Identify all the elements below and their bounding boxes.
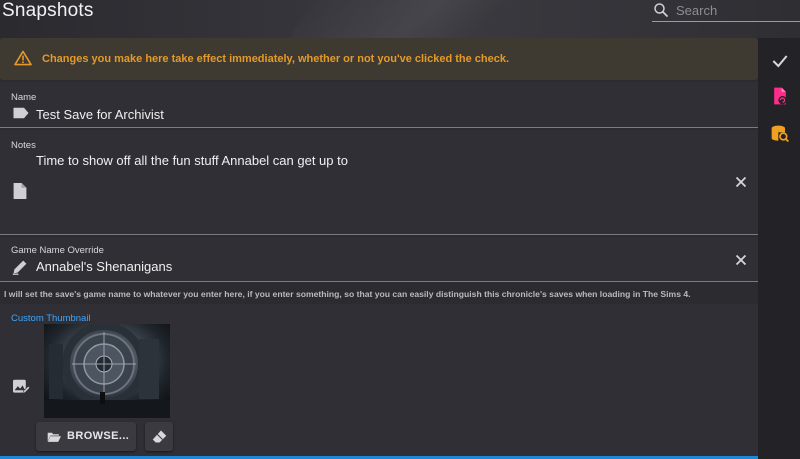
search-icon — [654, 3, 668, 17]
check-icon[interactable] — [770, 51, 790, 71]
folder-open-icon — [47, 432, 61, 442]
browse-button-label: BROWSE... — [67, 430, 130, 442]
game-name-override-field[interactable]: Game Name Override Annabel's Shenanigans — [0, 237, 758, 281]
warning-alert: Changes you make here take effect immedi… — [0, 38, 758, 80]
name-value[interactable]: Test Save for Archivist — [36, 107, 164, 122]
clear-thumbnail-button[interactable] — [145, 422, 173, 451]
name-underline — [0, 127, 758, 128]
game-name-hint: I will set the save's game name to whate… — [4, 289, 691, 299]
pencil-icon — [12, 260, 27, 275]
notes-clear-icon[interactable] — [735, 176, 747, 188]
game-name-clear-icon[interactable] — [735, 254, 747, 266]
notes-value[interactable]: Time to show off all the fun stuff Annab… — [36, 153, 348, 168]
image-edit-icon — [13, 379, 30, 394]
warning-text: Changes you make here take effect immedi… — [42, 53, 510, 65]
warning-icon — [14, 50, 32, 66]
database-search-icon[interactable] — [770, 124, 790, 144]
custom-thumbnail-label: Custom Thumbnail — [11, 313, 91, 324]
header-background-art — [276, 0, 584, 38]
note-icon — [13, 183, 27, 199]
snapshot-editor: Changes you make here take effect immedi… — [0, 38, 758, 459]
file-refresh-icon[interactable] — [770, 86, 790, 106]
notes-field[interactable]: Notes Time to show off all the fun stuff… — [0, 130, 758, 234]
game-name-override-label: Game Name Override — [11, 245, 104, 256]
search-input[interactable] — [676, 1, 798, 19]
search-box[interactable] — [652, 0, 800, 22]
right-action-rail — [758, 38, 800, 459]
top-app-bar: Snapshots — [0, 0, 800, 38]
notes-label: Notes — [11, 140, 36, 151]
thumbnail-image[interactable] — [44, 324, 170, 418]
name-field[interactable]: Name Test Save for Archivist — [0, 82, 758, 128]
name-label: Name — [11, 92, 37, 103]
label-tag-icon — [13, 107, 29, 119]
browse-button[interactable]: BROWSE... — [36, 422, 136, 451]
thumbnail-art — [44, 324, 170, 418]
page-title: Snapshots — [2, 0, 94, 21]
game-name-override-value[interactable]: Annabel's Shenanigans — [36, 259, 172, 274]
eraser-icon — [152, 430, 167, 443]
game-name-underline — [0, 281, 758, 282]
notes-underline — [0, 234, 758, 235]
